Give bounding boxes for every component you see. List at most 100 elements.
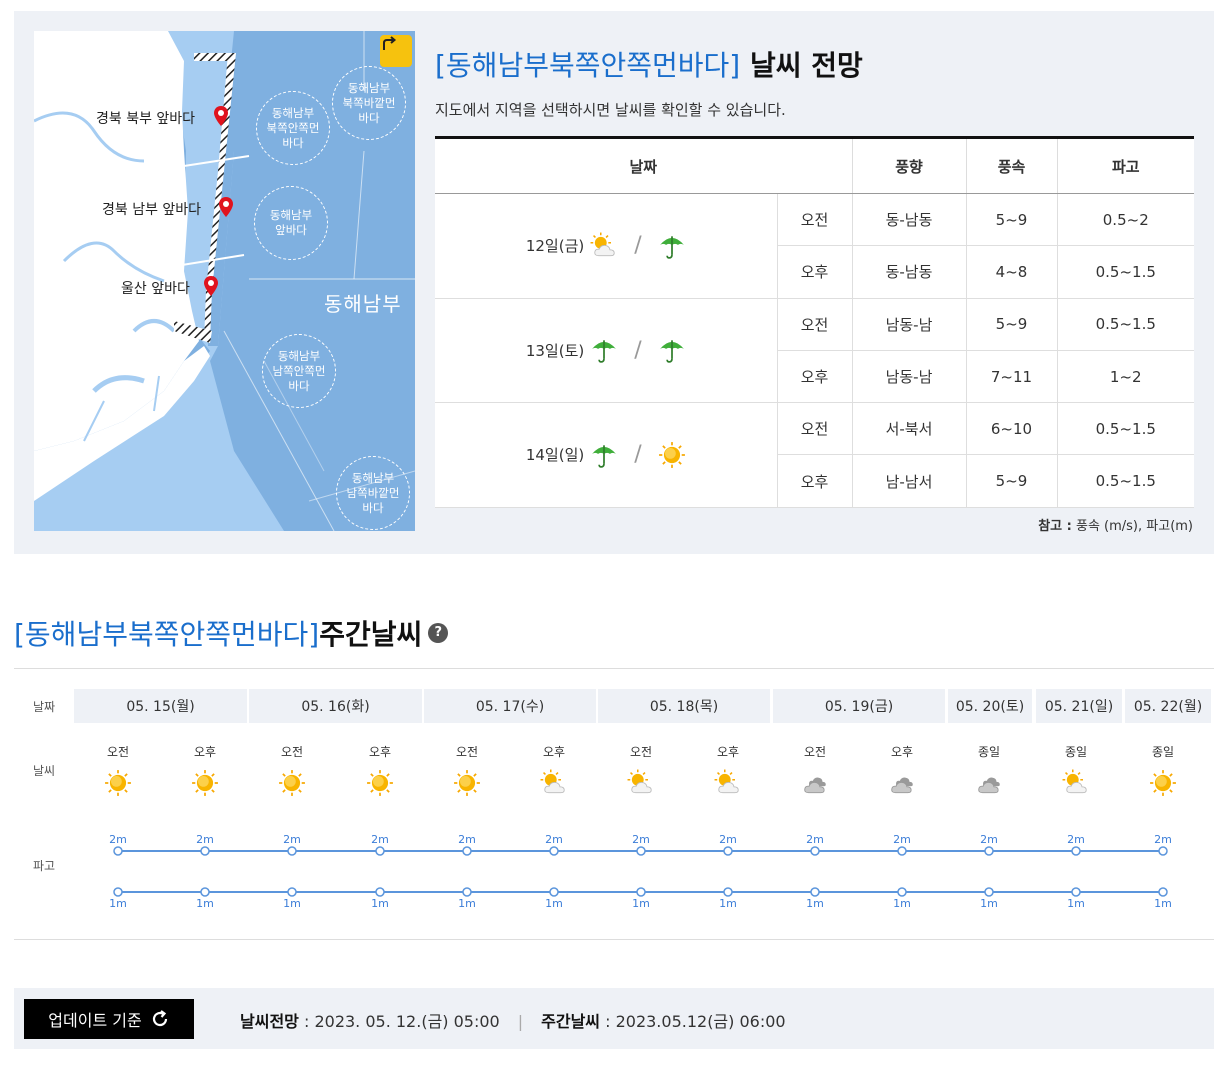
- wave-point: [897, 887, 907, 897]
- weekly-weather-slot: 오후: [872, 743, 932, 797]
- map-label-gyeongbuk-south[interactable]: 경북 남부 앞바다: [102, 199, 201, 219]
- wind-speed-cell: 4~8: [965, 245, 1057, 299]
- wind-speed-cell: 5~9: [965, 193, 1057, 247]
- slot-period: 오전: [803, 745, 827, 759]
- wave-point: [636, 846, 646, 856]
- slot-period: 오후: [193, 745, 217, 759]
- wave-point: [1158, 887, 1168, 897]
- zone-north-inner[interactable]: 동해남부 북쪽안쪽먼 바다: [256, 91, 330, 165]
- weekly-weather-slot: 종일: [959, 743, 1019, 797]
- help-icon[interactable]: ?: [428, 623, 449, 643]
- weekly-weather-slot: 오후: [524, 743, 584, 797]
- wave-point: [287, 846, 297, 856]
- separator: |: [517, 1012, 524, 1031]
- partly-cloudy-icon: [627, 769, 655, 797]
- forecast-date: 12일(금): [525, 237, 585, 256]
- table-row: 14일(일) / 오전 서-북서 6~10 0.5~1.5: [435, 402, 1194, 508]
- wave-low-label: 1m: [980, 897, 998, 910]
- wave-point: [287, 887, 297, 897]
- forecast-region-name: [동해남부북쪽안쪽먼바다]: [435, 49, 741, 82]
- slot-period: 오전: [280, 745, 304, 759]
- wind-speed-cell: 6~10: [965, 402, 1057, 456]
- weekly-day-header: 05. 17(수): [424, 689, 596, 723]
- wave-low-label: 1m: [196, 897, 214, 910]
- slot-period: 오후: [368, 745, 392, 759]
- wave-point: [723, 887, 733, 897]
- wave-high-label: 2m: [545, 833, 563, 846]
- sun-icon: [278, 769, 306, 797]
- wave-height-cell: 0.5~1.5: [1056, 454, 1194, 508]
- sun-icon: [453, 769, 481, 797]
- slash-divider: /: [634, 337, 642, 363]
- col-wind-speed: 풍속: [965, 136, 1057, 194]
- slot-period: 오전: [629, 745, 653, 759]
- slot-period: 종일: [1064, 745, 1088, 759]
- forecast-date: 14일(일): [525, 446, 585, 465]
- wave-low-label: 1m: [109, 897, 127, 910]
- update-button[interactable]: 업데이트 기준: [24, 999, 194, 1039]
- zone-front-sea[interactable]: 동해남부 앞바다: [254, 186, 328, 260]
- wave-point: [810, 887, 820, 897]
- wave-high-label: 2m: [1154, 833, 1172, 846]
- wave-low-label: 1m: [806, 897, 824, 910]
- map-reset-button[interactable]: [380, 35, 412, 67]
- wave-high-label: 2m: [1067, 833, 1085, 846]
- weekly-weather-slot: 오후: [175, 743, 235, 797]
- update-times: 날씨전망 : 2023. 05. 12.(금) 05:00 | 주간날씨 : 202…: [240, 1008, 786, 1032]
- slot-period: 오전: [106, 745, 130, 759]
- weekly-title: [동해남부북쪽안쪽먼바다] 주간날씨?: [14, 613, 449, 653]
- cloudy-icon: [888, 769, 916, 797]
- wave-low-label: 1m: [458, 897, 476, 910]
- slot-period: 오후: [542, 745, 566, 759]
- forecast-date-cell: 13일(토) /: [435, 298, 777, 404]
- row-label-wave: 파고: [33, 859, 56, 873]
- weekly-day-header: 05. 19(금): [773, 689, 945, 723]
- weekly-weather-slot: 오후: [350, 743, 410, 797]
- wave-height-cell: 1~2: [1056, 350, 1194, 404]
- weekly-update-time: : 2023.05.12(금) 06:00: [600, 1012, 786, 1031]
- weekly-weather-slot: 종일: [1046, 743, 1106, 797]
- weekly-weather-slot: 오전: [611, 743, 671, 797]
- umbrella-icon: [590, 441, 618, 469]
- wave-high-label: 2m: [196, 833, 214, 846]
- weekly-weather-slot: 오후: [698, 743, 758, 797]
- sun-icon: [658, 441, 686, 469]
- zone-south-inner[interactable]: 동해남부 남쪽안쪽먼 바다: [262, 334, 336, 408]
- zone-north-outer[interactable]: 동해남부 북쪽바깥먼 바다: [332, 66, 406, 140]
- period-cell: 오후: [776, 245, 852, 299]
- wind-direction-cell: 서-북서: [851, 402, 966, 456]
- redo-arrow-icon: [383, 36, 397, 50]
- wave-point: [810, 846, 820, 856]
- slot-period: 오전: [455, 745, 479, 759]
- wave-height-cell: 0.5~2: [1056, 193, 1194, 247]
- wave-low-label: 1m: [545, 897, 563, 910]
- slot-period: 종일: [977, 745, 1001, 759]
- partly-cloudy-icon: [714, 769, 742, 797]
- table-row: 13일(토) / 오전 남동-남 5~9 0.5~1.5: [435, 298, 1194, 404]
- wave-high-label: 2m: [632, 833, 650, 846]
- zone-south-outer[interactable]: 동해남부 남쪽바깥먼 바다: [336, 456, 410, 530]
- sun-icon: [366, 769, 394, 797]
- slot-period: 오후: [890, 745, 914, 759]
- sea-area-map[interactable]: 경북 북부 앞바다 경북 남부 앞바다 울산 앞바다 동해남부 북쪽안쪽먼 바다…: [34, 31, 415, 531]
- wind-direction-cell: 동-남동: [851, 245, 966, 299]
- weekly-day-header: 05. 18(목): [598, 689, 770, 723]
- slot-period: 종일: [1151, 745, 1175, 759]
- forecast-date: 13일(토): [525, 341, 585, 360]
- map-label-ulsan[interactable]: 울산 앞바다: [121, 278, 190, 298]
- wave-high-label: 2m: [371, 833, 389, 846]
- wave-high-label: 2m: [283, 833, 301, 846]
- wave-point: [984, 887, 994, 897]
- period-cell: 오후: [776, 454, 852, 508]
- weekly-day-header: 05. 22(월): [1125, 689, 1211, 723]
- wave-point: [375, 887, 385, 897]
- wave-high-label: 2m: [109, 833, 127, 846]
- wave-point: [462, 887, 472, 897]
- wave-low-label: 1m: [283, 897, 301, 910]
- wave-height-cell: 0.5~1.5: [1056, 402, 1194, 456]
- col-wave-height: 파고: [1056, 136, 1194, 194]
- map-label-gyeongbuk-north[interactable]: 경북 북부 앞바다: [96, 108, 195, 128]
- table-row: 12일(금) / 오전 동-남동 5~9 0.5~2: [435, 193, 1194, 299]
- col-wind-direction: 풍향: [851, 136, 966, 194]
- divider: [14, 668, 1214, 669]
